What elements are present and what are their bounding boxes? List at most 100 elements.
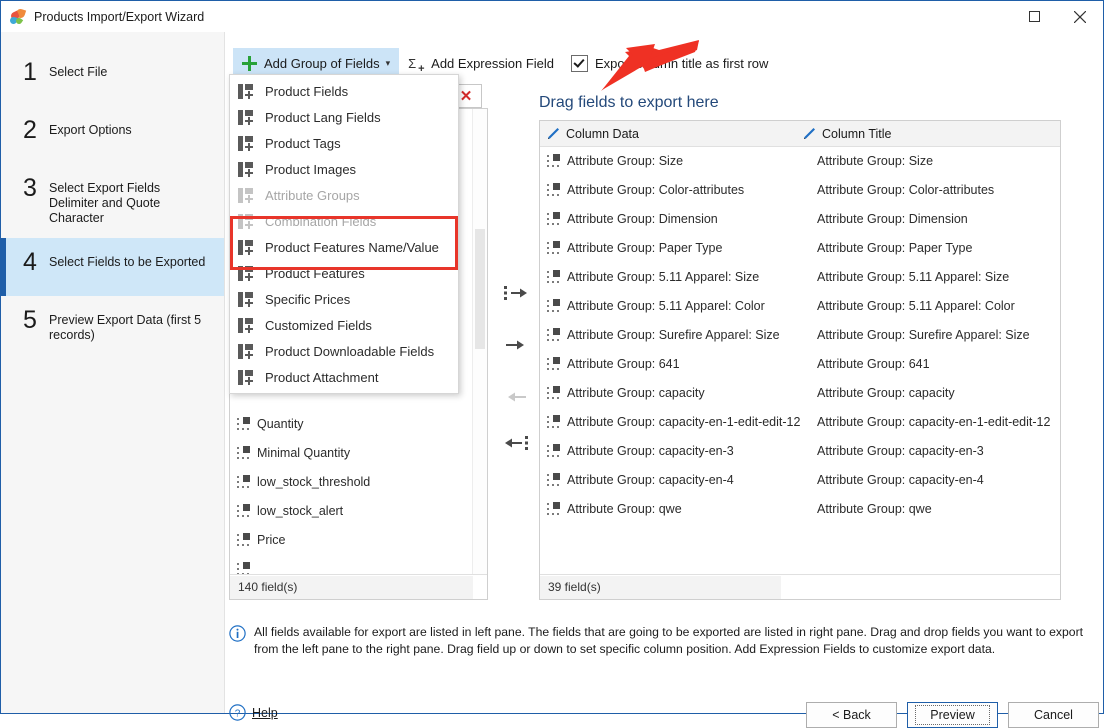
export-fields-list[interactable]: Attribute Group: Size Attribute Group: S… <box>540 146 1060 575</box>
column-title-header[interactable]: Column Title <box>796 127 891 141</box>
table-row[interactable]: Attribute Group: capacity-en-1-edit-edit… <box>540 407 1060 436</box>
table-row[interactable]: Attribute Group: 5.11 Apparel: Size Attr… <box>540 262 1060 291</box>
menu-item-product-features-name-value[interactable]: Product Features Name/Value <box>230 234 458 260</box>
drag-handle-icon[interactable] <box>237 417 250 430</box>
menu-item-product-images[interactable]: Product Images <box>230 156 458 182</box>
add-expression-field-label: Add Expression Field <box>431 55 554 71</box>
column-title-cell: Attribute Group: 641 <box>817 356 930 371</box>
add-field-group-icon <box>238 369 253 385</box>
drag-handle-icon[interactable] <box>237 533 250 546</box>
table-row[interactable]: Attribute Group: capacity-en-3 Attribute… <box>540 436 1060 465</box>
close-icon[interactable] <box>1057 1 1103 32</box>
checkbox-box[interactable] <box>571 54 588 72</box>
column-data-header[interactable]: Column Data <box>540 127 796 141</box>
list-item[interactable]: Minimal Quantity <box>230 438 487 467</box>
add-field-group-icon <box>238 239 253 255</box>
drag-handle-icon[interactable] <box>547 241 560 254</box>
drag-handle-icon[interactable] <box>547 473 560 486</box>
menu-item-product-attachment[interactable]: Product Attachment <box>230 364 458 390</box>
left-pane-scrollbar[interactable] <box>472 109 487 575</box>
menu-item-specific-prices[interactable]: Specific Prices <box>230 286 458 312</box>
cancel-label: Cancel <box>1034 708 1073 722</box>
back-button[interactable]: < Back <box>806 702 897 728</box>
table-row[interactable]: Attribute Group: Paper Type Attribute Gr… <box>540 233 1060 262</box>
table-row[interactable]: Attribute Group: qwe Attribute Group: qw… <box>540 494 1060 523</box>
menu-item-product-lang-fields[interactable]: Product Lang Fields <box>230 104 458 130</box>
column-data-cell: Attribute Group: Dimension <box>567 211 718 226</box>
left-field-count: 140 field(s) <box>230 575 473 599</box>
column-data-cell: Attribute Group: capacity <box>567 385 705 400</box>
menu-item-product-fields[interactable]: Product Fields <box>230 78 458 104</box>
step-number: 5 <box>23 306 37 334</box>
add-group-of-fields-menu[interactable]: Product Fields Product Lang Fields Produ… <box>229 74 459 394</box>
drag-handle-icon[interactable] <box>547 328 560 341</box>
sidebar-step-3[interactable]: 3 Select Export Fields Delimiter and Quo… <box>1 164 224 238</box>
drag-handle-icon[interactable] <box>547 212 560 225</box>
export-fields-pane: Column Data Column Title Attribute Group… <box>539 120 1061 600</box>
field-name: low_stock_threshold <box>257 474 371 489</box>
table-row[interactable]: Attribute Group: capacity-en-4 Attribute… <box>540 465 1060 494</box>
menu-item-product-features[interactable]: Product Features <box>230 260 458 286</box>
move-left-button[interactable] <box>497 380 535 414</box>
maximize-button[interactable] <box>1011 1 1057 32</box>
cancel-button[interactable]: Cancel <box>1008 702 1099 728</box>
drag-handle-icon[interactable] <box>237 446 250 459</box>
preview-button[interactable]: Preview <box>907 702 998 728</box>
help-link[interactable]: ? Help <box>229 704 278 721</box>
info-text: All fields available for export are list… <box>254 624 1083 658</box>
column-data-cell: Attribute Group: Surefire Apparel: Size <box>567 327 780 342</box>
step-number: 3 <box>23 174 37 202</box>
window-title: Products Import/Export Wizard <box>34 9 205 24</box>
table-row[interactable]: Attribute Group: Surefire Apparel: Size … <box>540 320 1060 349</box>
table-row[interactable]: Attribute Group: Color-attributes Attrib… <box>540 175 1060 204</box>
drag-handle-icon[interactable] <box>547 357 560 370</box>
add-group-of-fields-label: Add Group of Fields <box>264 55 380 71</box>
drag-handle-icon[interactable] <box>547 183 560 196</box>
move-all-left-button[interactable] <box>497 426 535 460</box>
drag-handle-icon[interactable] <box>237 504 250 517</box>
column-data-cell: Attribute Group: capacity-en-1-edit-edit… <box>567 414 801 429</box>
drag-handle-icon[interactable] <box>547 444 560 457</box>
sidebar-step-5[interactable]: 5 Preview Export Data (first 5 records) <box>1 296 224 355</box>
list-item[interactable]: Quantity <box>230 409 487 438</box>
table-row[interactable]: Attribute Group: Size Attribute Group: S… <box>540 146 1060 175</box>
table-row[interactable]: Attribute Group: 5.11 Apparel: Color Att… <box>540 291 1060 320</box>
list-item[interactable]: Price <box>230 525 487 554</box>
menu-item-combination-fields: Combination Fields <box>230 208 458 234</box>
wizard-window: Products Import/Export Wizard 1 Select F… <box>0 0 1104 728</box>
list-item[interactable] <box>230 554 487 575</box>
menu-item-product-downloadable-fields[interactable]: Product Downloadable Fields <box>230 338 458 364</box>
table-row[interactable]: Attribute Group: 641 Attribute Group: 64… <box>540 349 1060 378</box>
column-title-cell: Attribute Group: capacity <box>817 385 955 400</box>
drag-handle-icon[interactable] <box>547 386 560 399</box>
step-number: 2 <box>23 116 37 144</box>
step-number: 4 <box>23 248 37 276</box>
list-item[interactable]: low_stock_threshold <box>230 467 487 496</box>
menu-item-customized-fields[interactable]: Customized Fields <box>230 312 458 338</box>
menu-item-label: Product Lang Fields <box>265 109 381 125</box>
step-label: Preview Export Data (first 5 records) <box>49 313 202 342</box>
list-item[interactable]: low_stock_alert <box>230 496 487 525</box>
info-line-2: from the left pane to the right pane. Dr… <box>254 642 996 656</box>
table-row[interactable]: Attribute Group: Dimension Attribute Gro… <box>540 204 1060 233</box>
column-data-cell: Attribute Group: Color-attributes <box>567 182 745 197</box>
table-row[interactable]: Attribute Group: capacity Attribute Grou… <box>540 378 1060 407</box>
drag-handle-icon[interactable] <box>237 475 250 488</box>
move-all-right-button[interactable] <box>497 276 535 310</box>
menu-item-product-tags[interactable]: Product Tags <box>230 130 458 156</box>
column-title-cell: Attribute Group: Dimension <box>817 211 968 226</box>
drag-handle-icon[interactable] <box>547 299 560 312</box>
pencil-icon <box>804 128 815 139</box>
step-label: Select Export Fields Delimiter and Quote… <box>49 181 161 225</box>
drag-handle-icon[interactable] <box>547 502 560 515</box>
move-right-button[interactable] <box>497 328 535 362</box>
sidebar-step-4[interactable]: 4 Select Fields to be Exported <box>1 238 224 296</box>
menu-item-label: Combination Fields <box>265 213 377 229</box>
drag-handle-icon[interactable] <box>547 154 560 167</box>
drag-handle-icon[interactable] <box>547 270 560 283</box>
menu-item-label: Product Tags <box>265 135 341 151</box>
sidebar-step-1[interactable]: 1 Select File <box>1 48 224 106</box>
sidebar-step-2[interactable]: 2 Export Options <box>1 106 224 164</box>
annotation-arrow-icon <box>601 40 699 91</box>
drag-handle-icon[interactable] <box>547 415 560 428</box>
